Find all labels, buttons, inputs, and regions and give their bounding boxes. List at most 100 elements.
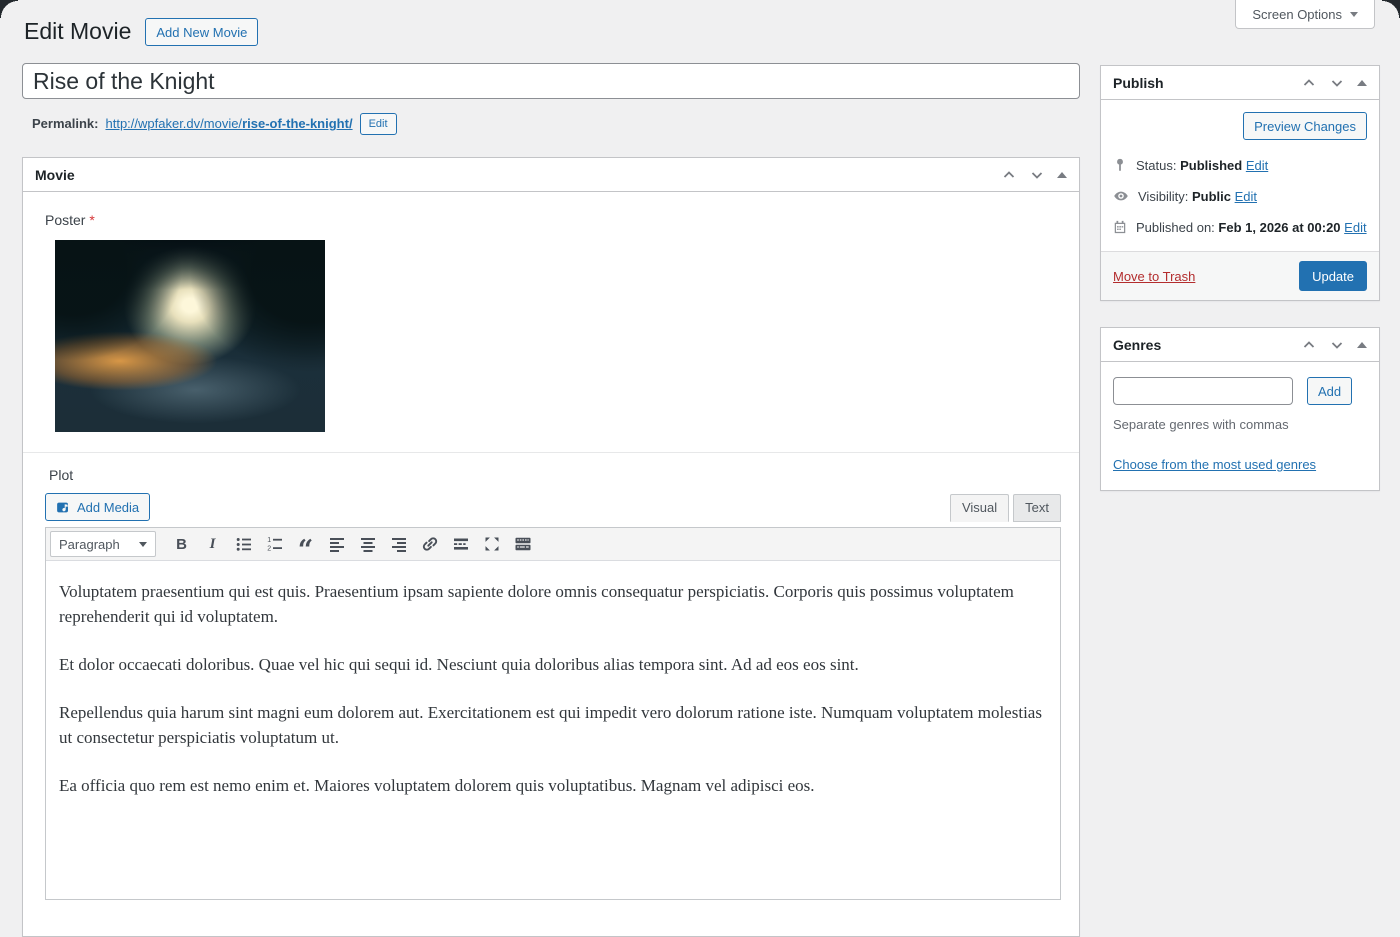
fullscreen-button[interactable] [477,531,506,557]
genres-metabox-header[interactable]: Genres [1101,328,1379,362]
poster-image[interactable] [55,240,325,432]
plot-paragraph: Et dolor occaecati doloribus. Quae vel h… [59,654,859,674]
page-header: Edit Movie Add New Movie [24,16,1080,48]
status-value: Published [1180,157,1243,173]
plot-field: Plot Add Media Visual Text Paragraph B I… [23,452,1079,900]
collapse-toggle-icon[interactable] [1357,79,1367,86]
update-button[interactable]: Update [1299,261,1367,291]
permalink-url-link[interactable]: http://wpfaker.dv/movie/rise-of-the-knig… [105,116,352,131]
status-row: Status: Published Edit [1101,157,1379,173]
add-new-movie-button[interactable]: Add New Movie [145,18,259,46]
italic-button[interactable]: I [198,531,227,557]
published-on-label: Published on: [1136,219,1215,235]
link-icon [422,537,437,551]
bold-icon: B [176,535,187,553]
sidebar: Publish Preview Changes Status: Publishe… [1100,65,1380,491]
bulleted-list-icon [236,538,251,551]
chevron-down-icon [1350,11,1358,17]
align-center-button[interactable] [353,531,382,557]
toolbar-toggle-button[interactable] [508,531,537,557]
move-down-icon[interactable] [1329,337,1345,353]
bulleted-list-button[interactable] [229,531,258,557]
new-genre-input[interactable] [1113,377,1293,405]
movie-metabox-header[interactable]: Movie [23,158,1079,192]
edit-status-link[interactable]: Edit [1246,158,1268,173]
publish-metabox-title: Publish [1113,74,1164,91]
link-button[interactable] [415,531,444,557]
post-title-input[interactable] [22,63,1080,99]
read-more-icon [453,538,468,550]
publish-metabox: Publish Preview Changes Status: Publishe… [1100,65,1380,301]
chevron-down-icon [139,541,147,547]
blockquote-button[interactable]: “ [291,531,320,566]
plot-paragraph: Voluptatem praesentium qui est quis. Pra… [59,582,1014,626]
bold-button[interactable]: B [167,531,196,557]
collapse-toggle-icon[interactable] [1057,171,1067,178]
window-corner-right [1382,0,1400,18]
toolbar-toggle-icon [515,537,530,551]
collapse-toggle-icon[interactable] [1357,341,1367,348]
screen-options-tab[interactable]: Screen Options [1235,0,1375,29]
genres-metabox-controls [1301,337,1367,353]
plot-editor: Paragraph B I 12 “ Voluptatem praesentiu… [45,527,1061,900]
edit-permalink-button[interactable]: Edit [359,112,397,135]
align-right-icon [391,538,406,552]
paragraph-format-select[interactable]: Paragraph [50,531,156,557]
add-genre-button[interactable]: Add [1307,377,1353,405]
genres-help-text: Separate genres with commas [1113,417,1289,432]
most-used-genres-link[interactable]: Choose from the most used genres [1113,457,1316,472]
publish-actions: Move to Trash Update [1101,251,1379,300]
editor-mode-tabs: Visual Text [949,494,1061,522]
permalink: Permalink: http://wpfaker.dv/movie/rise-… [32,112,1080,135]
numbered-list-icon: 12 [267,537,282,553]
preview-changes-button[interactable]: Preview Changes [1243,112,1367,140]
publish-metabox-header[interactable]: Publish [1101,66,1379,100]
tab-visual[interactable]: Visual [949,494,1010,522]
plot-label: Plot [49,467,74,483]
publish-body: Preview Changes Status: Published Edit V… [1101,100,1379,300]
screen-options-label: Screen Options [1252,6,1342,22]
align-right-button[interactable] [384,531,413,557]
genres-metabox-title: Genres [1113,336,1162,353]
move-to-trash-link[interactable]: Move to Trash [1113,269,1195,284]
align-left-button[interactable] [322,531,351,557]
window-corner-left [0,0,18,18]
publish-metabox-controls [1301,75,1367,91]
plot-paragraph: Repellendus quia harum sint magni eum do… [59,702,1042,747]
fullscreen-icon [485,537,498,551]
read-more-button[interactable] [446,531,475,557]
published-on-row: Published on: Feb 1, 2026 at 00:20 Edit [1101,219,1379,235]
visibility-label: Visibility: [1138,188,1189,204]
main-content: Edit Movie Add New Movie Permalink: http… [22,0,1080,937]
paragraph-format-value: Paragraph [59,536,120,552]
align-left-icon [329,538,344,552]
movie-metabox: Movie Poster * Plot Add Media Visual Tex… [22,157,1080,937]
editor-toolbar: Paragraph B I 12 “ [46,528,1060,566]
add-media-button[interactable]: Add Media [45,493,151,521]
genres-metabox: Genres Add Separate genres with commas C… [1100,327,1380,491]
poster-label: Poster * [45,212,95,228]
move-up-icon[interactable] [1301,337,1317,353]
genres-body: Add Separate genres with commas Choose f… [1101,362,1379,490]
media-icon [57,502,68,512]
eye-icon [1114,191,1128,201]
move-up-icon[interactable] [1001,167,1017,183]
move-down-icon[interactable] [1329,75,1345,91]
edit-published-link[interactable]: Edit [1344,220,1366,235]
blockquote-icon: “ [297,534,314,566]
editor-tools: Add Media Visual Text [45,493,1061,522]
move-up-icon[interactable] [1301,75,1317,91]
required-asterisk: * [89,212,95,228]
status-label: Status: [1136,157,1177,173]
poster-field: Poster * [23,192,1079,452]
permalink-label: Permalink: [32,116,99,131]
plot-editor-content[interactable]: Voluptatem praesentium qui est quis. Pra… [46,561,1060,899]
numbered-list-button[interactable]: 12 [260,531,289,557]
tab-text[interactable]: Text [1013,494,1061,522]
svg-text:1: 1 [267,537,271,544]
edit-visibility-link[interactable]: Edit [1235,189,1257,204]
movie-metabox-controls [1001,167,1067,183]
move-down-icon[interactable] [1029,167,1045,183]
svg-text:2: 2 [267,546,271,553]
align-center-icon [360,538,375,552]
